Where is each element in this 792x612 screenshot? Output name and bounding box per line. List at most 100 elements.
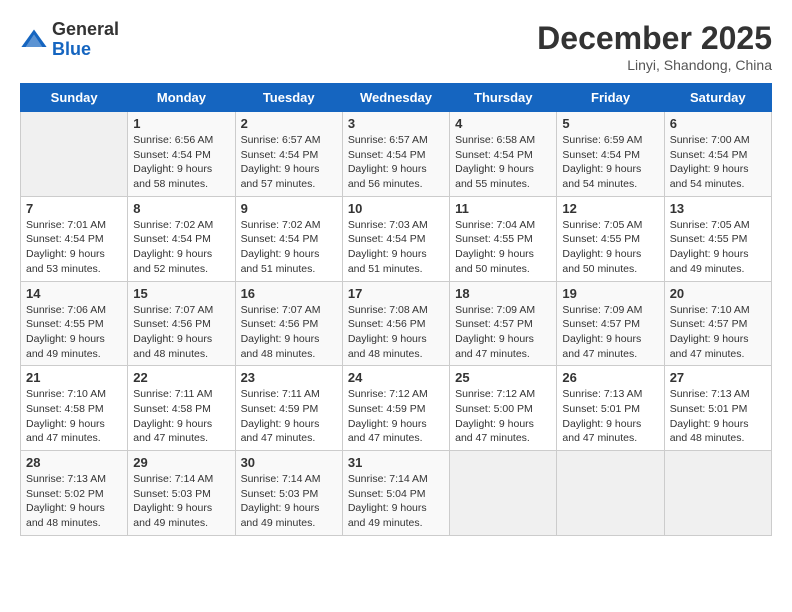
sunset: Sunset: 4:55 PM: [26, 318, 104, 330]
day-number: 6: [670, 116, 766, 131]
calendar-cell: 28 Sunrise: 7:13 AMSunset: 5:02 PMDayligh…: [21, 451, 128, 536]
day-info: Sunrise: 7:10 AMSunset: 4:58 PMDaylight:…: [26, 387, 122, 446]
sunrise: Sunrise: 7:14 AM: [241, 473, 321, 485]
sunrise: Sunrise: 7:13 AM: [670, 388, 750, 400]
day-info: Sunrise: 7:12 AMSunset: 4:59 PMDaylight:…: [348, 387, 444, 446]
sunrise: Sunrise: 7:01 AM: [26, 219, 106, 231]
daylight: Daylight: 9 hours and 58 minutes.: [133, 163, 212, 190]
day-number: 28: [26, 455, 122, 470]
sunset: Sunset: 4:54 PM: [670, 149, 748, 161]
daylight: Daylight: 9 hours and 47 minutes.: [562, 333, 641, 360]
calendar-header-row: SundayMondayTuesdayWednesdayThursdayFrid…: [21, 84, 772, 112]
sunrise: Sunrise: 7:08 AM: [348, 304, 428, 316]
calendar-cell: 17 Sunrise: 7:08 AMSunset: 4:56 PMDayligh…: [342, 281, 449, 366]
sunset: Sunset: 4:54 PM: [348, 149, 426, 161]
calendar-cell: [557, 451, 664, 536]
calendar-cell: 10Sunrise: 7:03 AMSunset: 4:54 PMDayligh…: [342, 196, 449, 281]
daylight: Daylight: 9 hours and 47 minutes.: [241, 418, 320, 445]
daylight: Daylight: 9 hours and 49 minutes.: [133, 502, 212, 529]
sunrise: Sunrise: 7:07 AM: [241, 304, 321, 316]
calendar-cell: 27Sunrise: 7:13 AMSunset: 5:01 PMDayligh…: [664, 366, 771, 451]
day-number: 15: [133, 286, 229, 301]
day-number: 27: [670, 370, 766, 385]
day-number: 13: [670, 201, 766, 216]
day-info: Sunrise: 7:14 AMSunset: 5:04 PMDaylight:…: [348, 472, 444, 531]
logo-blue-text: Blue: [52, 40, 119, 60]
sunrise: Sunrise: 7:14 AM: [133, 473, 213, 485]
day-info: Sunrise: 7:14 AMSunset: 5:03 PMDaylight:…: [241, 472, 337, 531]
sunrise: Sunrise: 7:13 AM: [562, 388, 642, 400]
sunrise: Sunrise: 6:57 AM: [348, 134, 428, 146]
daylight: Daylight: 9 hours and 48 minutes.: [241, 333, 320, 360]
day-info: Sunrise: 7:13 AMSunset: 5:02 PMDaylight:…: [26, 472, 122, 531]
daylight: Daylight: 9 hours and 50 minutes.: [455, 248, 534, 275]
sunset: Sunset: 5:01 PM: [670, 403, 748, 415]
sunrise: Sunrise: 7:02 AM: [241, 219, 321, 231]
day-info: Sunrise: 7:02 AMSunset: 4:54 PMDaylight:…: [241, 218, 337, 277]
day-number: 26: [562, 370, 658, 385]
day-header-friday: Friday: [557, 84, 664, 112]
calendar-cell: 22Sunrise: 7:11 AMSunset: 4:58 PMDayligh…: [128, 366, 235, 451]
daylight: Daylight: 9 hours and 55 minutes.: [455, 163, 534, 190]
daylight: Daylight: 9 hours and 49 minutes.: [670, 248, 749, 275]
logo-text: General Blue: [52, 20, 119, 60]
sunset: Sunset: 5:02 PM: [26, 488, 104, 500]
day-number: 29: [133, 455, 229, 470]
sunrise: Sunrise: 6:59 AM: [562, 134, 642, 146]
daylight: Daylight: 9 hours and 51 minutes.: [348, 248, 427, 275]
calendar-cell: 21Sunrise: 7:10 AMSunset: 4:58 PMDayligh…: [21, 366, 128, 451]
week-row-1: 1Sunrise: 6:56 AMSunset: 4:54 PMDaylight…: [21, 112, 772, 197]
day-info: Sunrise: 7:01 AMSunset: 4:54 PMDaylight:…: [26, 218, 122, 277]
day-number: 8: [133, 201, 229, 216]
sunset: Sunset: 4:59 PM: [348, 403, 426, 415]
sunset: Sunset: 5:00 PM: [455, 403, 533, 415]
calendar-cell: 18Sunrise: 7:09 AMSunset: 4:57 PMDayligh…: [450, 281, 557, 366]
day-info: Sunrise: 7:05 AMSunset: 4:55 PMDaylight:…: [670, 218, 766, 277]
day-number: 20: [670, 286, 766, 301]
sunrise: Sunrise: 7:14 AM: [348, 473, 428, 485]
sunset: Sunset: 5:04 PM: [348, 488, 426, 500]
sunset: Sunset: 4:54 PM: [241, 149, 319, 161]
calendar-cell: 26Sunrise: 7:13 AMSunset: 5:01 PMDayligh…: [557, 366, 664, 451]
day-number: 10: [348, 201, 444, 216]
day-info: Sunrise: 7:12 AMSunset: 5:00 PMDaylight:…: [455, 387, 551, 446]
sunrise: Sunrise: 6:57 AM: [241, 134, 321, 146]
day-info: Sunrise: 7:08 AMSunset: 4:56 PMDaylight:…: [348, 303, 444, 362]
day-number: 18: [455, 286, 551, 301]
daylight: Daylight: 9 hours and 54 minutes.: [562, 163, 641, 190]
day-info: Sunrise: 7:02 AMSunset: 4:54 PMDaylight:…: [133, 218, 229, 277]
daylight: Daylight: 9 hours and 47 minutes.: [455, 333, 534, 360]
sunset: Sunset: 4:55 PM: [455, 233, 533, 245]
sunset: Sunset: 4:57 PM: [562, 318, 640, 330]
daylight: Daylight: 9 hours and 49 minutes.: [26, 333, 105, 360]
daylight: Daylight: 9 hours and 52 minutes.: [133, 248, 212, 275]
day-number: 30: [241, 455, 337, 470]
calendar-cell: 16Sunrise: 7:07 AMSunset: 4:56 PMDayligh…: [235, 281, 342, 366]
sunrise: Sunrise: 7:04 AM: [455, 219, 535, 231]
sunset: Sunset: 4:54 PM: [562, 149, 640, 161]
sunset: Sunset: 4:58 PM: [133, 403, 211, 415]
calendar-cell: 24Sunrise: 7:12 AMSunset: 4:59 PMDayligh…: [342, 366, 449, 451]
sunset: Sunset: 5:03 PM: [133, 488, 211, 500]
daylight: Daylight: 9 hours and 51 minutes.: [241, 248, 320, 275]
sunset: Sunset: 4:54 PM: [26, 233, 104, 245]
daylight: Daylight: 9 hours and 56 minutes.: [348, 163, 427, 190]
day-number: 5: [562, 116, 658, 131]
sunset: Sunset: 4:59 PM: [241, 403, 319, 415]
title-block: December 2025 Linyi, Shandong, China: [537, 20, 772, 73]
day-header-saturday: Saturday: [664, 84, 771, 112]
week-row-2: 7Sunrise: 7:01 AMSunset: 4:54 PMDaylight…: [21, 196, 772, 281]
sunset: Sunset: 4:55 PM: [562, 233, 640, 245]
day-header-sunday: Sunday: [21, 84, 128, 112]
day-info: Sunrise: 7:13 AMSunset: 5:01 PMDaylight:…: [670, 387, 766, 446]
day-info: Sunrise: 6:58 AMSunset: 4:54 PMDaylight:…: [455, 133, 551, 192]
day-number: 17: [348, 286, 444, 301]
day-info: Sunrise: 6:57 AM Sunset: 4:54 PM Daylight:…: [241, 133, 337, 192]
day-header-thursday: Thursday: [450, 84, 557, 112]
daylight: Daylight: 9 hours and 57 minutes.: [241, 163, 320, 190]
calendar-cell: 5 Sunrise: 6:59 AM Sunset: 4:54 PM Daylight…: [557, 112, 664, 197]
daylight: Daylight: 9 hours and 49 minutes.: [241, 502, 320, 529]
day-number: 16: [241, 286, 337, 301]
calendar-cell: 19Sunrise: 7:09 AMSunset: 4:57 PMDayligh…: [557, 281, 664, 366]
sunset: Sunset: 4:57 PM: [455, 318, 533, 330]
